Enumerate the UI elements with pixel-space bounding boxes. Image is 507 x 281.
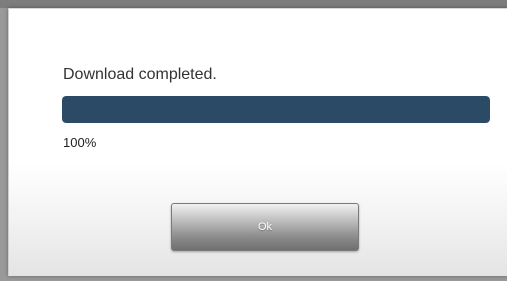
progress-percent: 100%	[63, 135, 97, 150]
progress-bar	[62, 96, 490, 123]
progress-bar-fill	[62, 96, 490, 123]
background-window-edge	[0, 0, 507, 8]
ok-button[interactable]: Ok	[171, 203, 359, 251]
download-dialog: Download completed. 100% Ok	[8, 8, 507, 276]
status-message: Download completed.	[63, 66, 217, 83]
